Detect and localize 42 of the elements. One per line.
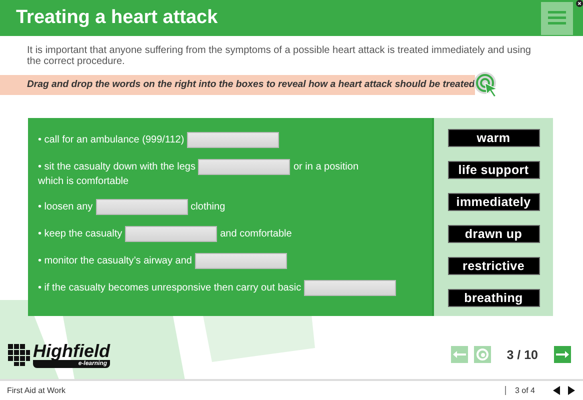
page-title: Treating a heart attack xyxy=(16,7,219,30)
sentence-text: and comfortable xyxy=(220,228,292,240)
next-icon xyxy=(567,386,575,396)
next-button[interactable] xyxy=(554,346,571,364)
logo-grid-icon xyxy=(8,344,30,366)
word-tile[interactable]: restrictive xyxy=(448,257,540,276)
course-title: First Aid at Work xyxy=(7,386,67,396)
sentence-text: • if the casualty becomes unresponsive then carry out basic xyxy=(38,282,302,294)
arrow-right-icon xyxy=(556,350,569,360)
drop-box[interactable] xyxy=(194,253,287,270)
close-icon[interactable] xyxy=(576,0,583,7)
word-tile[interactable]: drawn up xyxy=(448,225,540,244)
sentence-text: • keep the casualty xyxy=(38,228,122,240)
drop-box[interactable] xyxy=(125,226,218,242)
arrow-left-icon xyxy=(452,350,466,360)
menu-icon xyxy=(548,11,566,26)
previous-icon xyxy=(553,386,561,396)
word-tile[interactable]: life support xyxy=(448,161,540,180)
page-counter: 3 / 10 xyxy=(506,348,538,362)
sentence-text: which is comfortable xyxy=(38,175,129,188)
back-button[interactable] xyxy=(450,346,468,364)
drop-box[interactable] xyxy=(304,280,396,296)
word-tile[interactable]: breathing xyxy=(448,289,540,308)
sentence-text: • call for an ambulance (999/112) xyxy=(38,134,184,146)
sentence-text: • loosen any xyxy=(38,202,93,213)
sentence-text: or in a position xyxy=(293,162,359,173)
drop-box[interactable] xyxy=(198,159,290,176)
next-page-button[interactable] xyxy=(567,386,575,396)
previous-page-button[interactable] xyxy=(553,386,561,396)
drop-box[interactable] xyxy=(96,199,188,216)
sentence-text: clothing xyxy=(190,202,226,213)
sentence-text: • monitor the casualty’s airway and xyxy=(38,256,192,267)
page-indicator: 3 of 4 xyxy=(504,386,535,396)
word-tile[interactable]: warm xyxy=(448,129,540,148)
drop-box[interactable] xyxy=(187,132,280,148)
logo-name: Highfield xyxy=(33,342,110,360)
replay-button[interactable] xyxy=(474,346,491,364)
intro-text: It is important that anyone suffering from the symptoms of a possible heart attack is treated immediately and using the correct procedure. xyxy=(27,45,532,68)
word-tile[interactable]: immediately xyxy=(448,193,540,212)
replay-icon xyxy=(476,348,489,362)
sentence-text: • sit the casualty down with the legs xyxy=(38,162,196,173)
instruction-text: Drag and drop the words on the right into the boxes to reveal how a heart attack should be treated xyxy=(27,79,475,90)
